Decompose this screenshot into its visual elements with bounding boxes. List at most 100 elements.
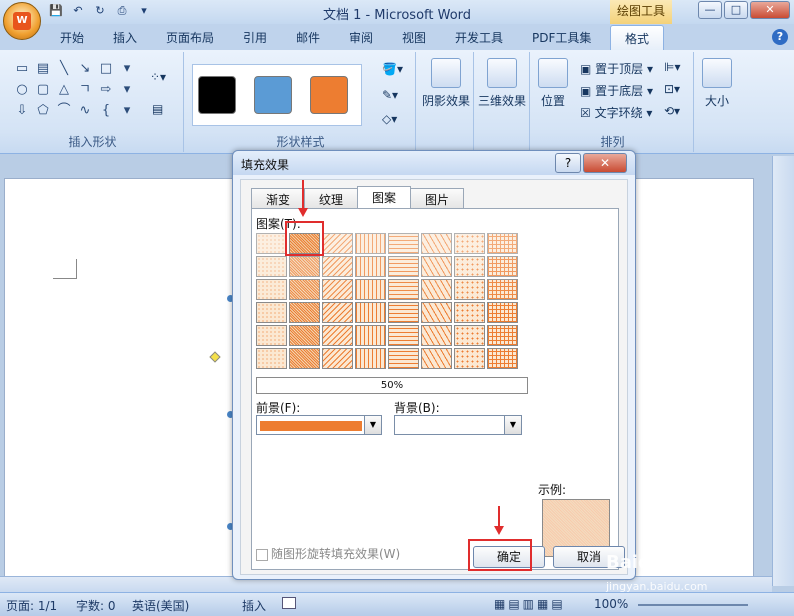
tab-home[interactable]: 开始 (60, 29, 84, 46)
tab-references[interactable]: 引用 (243, 29, 267, 46)
pattern-swatch[interactable] (289, 348, 320, 369)
pattern-swatch[interactable] (355, 279, 386, 300)
shape-outline-icon[interactable]: ✎▾ (382, 88, 398, 102)
more-shapes-icon[interactable]: ▾ (117, 59, 137, 79)
tab-review[interactable]: 审阅 (349, 29, 373, 46)
shape-style-orange[interactable] (310, 76, 348, 114)
shape-adjust-handle[interactable] (209, 351, 221, 363)
shadow-effects-button[interactable]: 阴影效果 (422, 58, 470, 109)
pattern-swatch[interactable] (355, 302, 386, 323)
rect-shape-icon[interactable]: □ (96, 59, 116, 79)
change-shape-icon[interactable]: ◇▾ (382, 112, 397, 126)
vtextbox-shape-icon[interactable]: ▤ (33, 59, 53, 79)
scroll-icon[interactable]: ▾ (117, 80, 137, 100)
tab-view[interactable]: 视图 (402, 29, 426, 46)
curve-shape-icon[interactable]: ⌒ (54, 101, 74, 121)
tab-developer[interactable]: 开发工具 (455, 29, 503, 46)
oval-shape-icon[interactable]: ○ (12, 80, 32, 100)
tab-pdf-tools[interactable]: PDF工具集 (532, 29, 591, 46)
send-to-back-button[interactable]: ▣ 置于底层 ▾ (580, 82, 653, 99)
bring-to-front-button[interactable]: ▣ 置于顶层 ▾ (580, 60, 653, 77)
tab-texture[interactable]: 纹理 (304, 188, 359, 208)
view-buttons[interactable]: ▦▤▥▦▤ (494, 597, 566, 611)
pattern-swatch[interactable] (487, 233, 518, 254)
pattern-swatch[interactable] (289, 302, 320, 323)
pattern-swatch[interactable] (487, 302, 518, 323)
pattern-swatch[interactable] (421, 302, 452, 323)
dialog-close-button[interactable]: ✕ (583, 153, 627, 173)
background-color-dropdown[interactable]: ▼ (394, 415, 522, 435)
pattern-swatch[interactable] (322, 256, 353, 277)
pattern-swatch[interactable] (487, 256, 518, 277)
3d-effects-button[interactable]: 三维效果 (478, 58, 526, 109)
pattern-swatch[interactable] (454, 325, 485, 346)
tab-mailings[interactable]: 邮件 (296, 29, 320, 46)
zoom-slider[interactable] (638, 604, 748, 606)
freeform-shape-icon[interactable]: ∿ (75, 101, 95, 121)
rotate-icon[interactable]: ⟲▾ (664, 104, 680, 118)
pattern-swatch[interactable] (388, 302, 419, 323)
pattern-swatch[interactable] (454, 256, 485, 277)
pattern-swatch[interactable] (421, 233, 452, 254)
pattern-swatch[interactable] (322, 302, 353, 323)
foreground-color-dropdown[interactable]: ▼ (256, 415, 382, 435)
pattern-swatch[interactable] (256, 256, 287, 277)
pattern-swatch[interactable] (454, 302, 485, 323)
pattern-swatch[interactable] (355, 233, 386, 254)
pattern-swatch[interactable] (421, 348, 452, 369)
pattern-swatch[interactable] (388, 256, 419, 277)
pattern-swatch[interactable] (355, 325, 386, 346)
edit-shape-icon[interactable]: ⁘▾ (150, 70, 166, 84)
shape-style-black[interactable] (198, 76, 236, 114)
pattern-swatch[interactable] (388, 233, 419, 254)
pattern-swatch[interactable] (256, 302, 287, 323)
pentagon-shape-icon[interactable]: ⬠ (33, 101, 53, 121)
pattern-swatch[interactable] (289, 256, 320, 277)
shape-style-blue[interactable] (254, 76, 292, 114)
expand-icon[interactable]: ▾ (117, 101, 137, 121)
pattern-swatch[interactable] (322, 279, 353, 300)
insert-mode[interactable]: 插入 (242, 597, 266, 614)
elbow-connector-icon[interactable]: ㄱ (75, 80, 95, 100)
maximize-button[interactable]: □ (724, 1, 748, 19)
pattern-swatch[interactable] (487, 279, 518, 300)
pattern-swatch[interactable] (388, 279, 419, 300)
position-button[interactable]: 位置 (538, 58, 568, 109)
size-button[interactable]: 大小 (702, 58, 732, 109)
pattern-swatch[interactable] (256, 233, 287, 254)
pattern-swatch[interactable] (454, 233, 485, 254)
text-wrap-button[interactable]: ☒ 文字环绕 ▾ (580, 104, 652, 121)
tab-pattern[interactable]: 图案 (357, 186, 412, 208)
arrow-line-shape-icon[interactable]: ↘ (75, 59, 95, 79)
textbox-shape-icon[interactable]: ▭ (12, 59, 32, 79)
pattern-swatch[interactable] (454, 279, 485, 300)
pattern-swatch[interactable] (421, 256, 452, 277)
tab-insert[interactable]: 插入 (113, 29, 137, 46)
rotate-with-shape-checkbox[interactable]: 随图形旋转填充效果(W) (256, 545, 400, 562)
pattern-swatch[interactable] (487, 325, 518, 346)
zoom-level[interactable]: 100% (594, 597, 628, 611)
pattern-swatch[interactable] (256, 348, 287, 369)
macro-record-icon[interactable] (282, 597, 296, 609)
tab-format[interactable]: 格式 (610, 25, 665, 51)
language-indicator[interactable]: 英语(美国) (132, 597, 189, 614)
word-count[interactable]: 字数: 0 (76, 597, 116, 614)
triangle-shape-icon[interactable]: △ (54, 80, 74, 100)
pattern-swatch[interactable] (421, 279, 452, 300)
rounded-rect-shape-icon[interactable]: ▢ (33, 80, 53, 100)
pattern-swatch[interactable] (289, 279, 320, 300)
pattern-swatch[interactable] (289, 325, 320, 346)
pattern-swatch[interactable] (256, 279, 287, 300)
pattern-swatch[interactable] (487, 348, 518, 369)
minimize-button[interactable]: — (698, 1, 722, 19)
help-icon[interactable]: ? (772, 29, 788, 45)
close-button[interactable]: ✕ (750, 1, 790, 19)
office-button[interactable]: W (3, 2, 41, 40)
pattern-swatch[interactable] (322, 325, 353, 346)
tab-page-layout[interactable]: 页面布局 (166, 29, 214, 46)
right-arrow-shape-icon[interactable]: ⇨ (96, 80, 116, 100)
group-icon[interactable]: ⊡▾ (664, 82, 680, 96)
pattern-swatch[interactable] (388, 325, 419, 346)
pattern-swatch[interactable] (355, 256, 386, 277)
pattern-swatch[interactable] (322, 348, 353, 369)
